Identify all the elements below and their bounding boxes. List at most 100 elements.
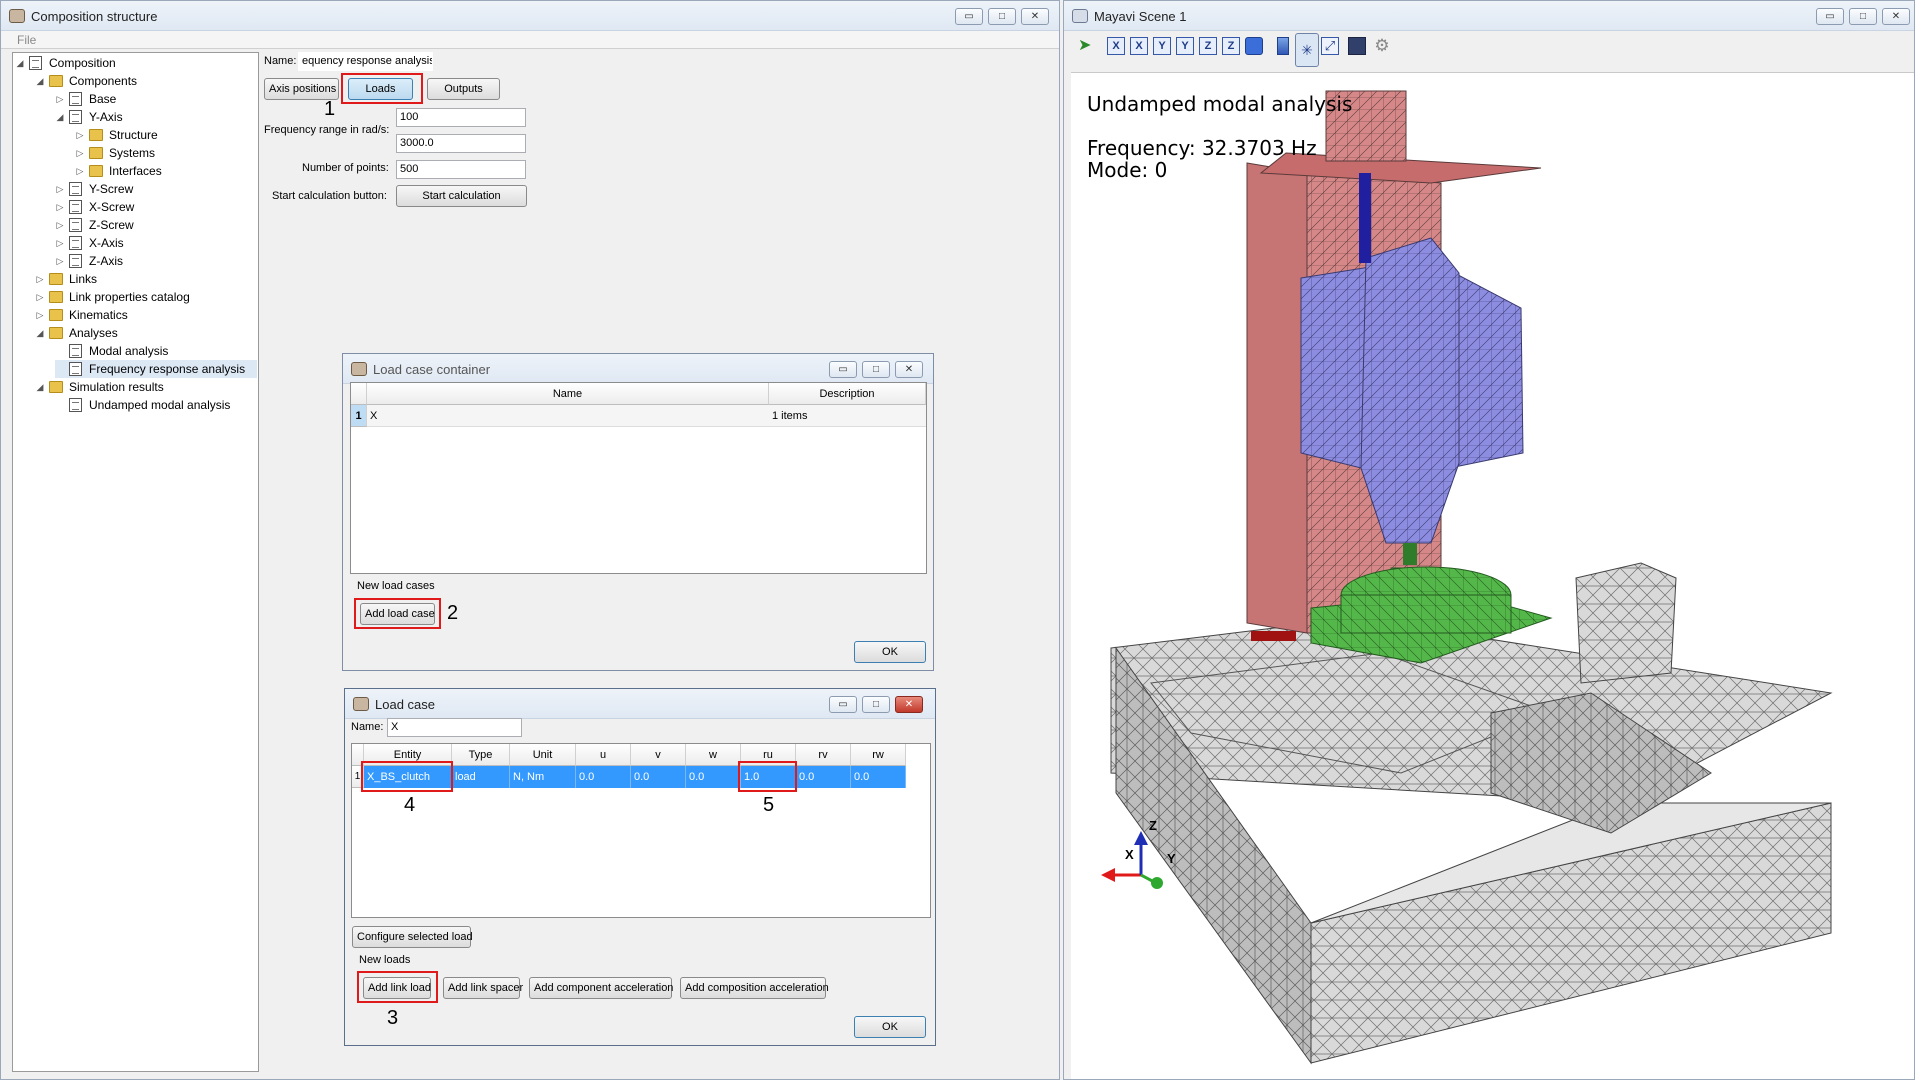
expand-arrow-closed-icon[interactable]: ▷ [35,306,45,324]
expand-arrow-open-icon[interactable]: ◢ [35,324,45,342]
expand-arrow-open-icon[interactable]: ◢ [35,378,45,396]
lcc-minimize-button[interactable]: ▭ [829,361,857,378]
expand-arrow-open-icon[interactable]: ◢ [15,54,25,72]
start-calculation-button[interactable]: Start calculation [396,185,527,207]
composition-tree[interactable]: ◢ Composition ◢ Components ▷ Base ◢ Y-Axis ▷ Stru… [12,52,259,1072]
lc-cell[interactable]: 0.0 [796,766,851,788]
expand-arrow-open-icon[interactable]: ◢ [35,72,45,90]
tree-item[interactable]: ▷ Base [55,90,257,108]
expand-arrow-closed-icon[interactable]: ▷ [75,126,85,144]
tree-item[interactable]: ▷ Z-Screw [55,216,257,234]
add-link-spacer-button[interactable]: Add link spacer [443,977,523,999]
tree-item[interactable]: ◢ Y-Axis [55,108,257,126]
tree-item[interactable]: ▷ X-Axis [55,234,257,252]
lcc-col-description[interactable]: Description [769,383,926,405]
lc-col-header[interactable]: rv [796,744,851,766]
expand-arrow-closed-icon[interactable]: ▷ [55,234,65,252]
mayavi-close-button[interactable]: ✕ [1882,8,1910,25]
expand-arrow-closed-icon[interactable]: ▷ [35,288,45,306]
add-component-acceleration-button[interactable]: Add component acceleration [529,977,673,999]
lc-col-header[interactable]: Unit [510,744,576,766]
tab-outputs[interactable]: Outputs [427,78,500,100]
lc-col-header[interactable]: v [631,744,686,766]
lc-ok-button[interactable]: OK [854,1016,926,1038]
close-button[interactable]: ✕ [1021,8,1049,25]
settings-gear-icon[interactable]: ⚙ [1372,36,1392,56]
pipeline-icon[interactable]: ➤ [1078,37,1096,55]
expand-arrow-closed-icon[interactable]: ▷ [55,252,65,270]
lcc-close-button[interactable]: ✕ [895,361,923,378]
isometric-view-icon[interactable] [1245,37,1263,55]
save-icon[interactable] [1348,37,1366,55]
lcc-row-description[interactable]: 1 items [769,405,926,427]
expand-arrow-closed-icon[interactable]: ▷ [55,198,65,216]
tree-item[interactable]: ▷ Links [35,270,257,288]
expand-arrow-closed-icon[interactable]: ▷ [35,270,45,288]
tree-item[interactable]: ▷ Link properties catalog [35,288,257,306]
tree-item[interactable]: ▷ Z-Axis [55,252,257,270]
tree-item[interactable]: ▷ X-Screw [55,198,257,216]
lcc-row-name[interactable]: X [367,405,769,427]
expand-arrow-closed-icon[interactable]: ▷ [75,144,85,162]
lc-cell[interactable]: 0.0 [631,766,686,788]
lc-cell[interactable]: 0.0 [686,766,741,788]
tab-axis-positions[interactable]: Axis positions [264,78,339,100]
tree-item[interactable]: ▷ Structure [75,126,257,144]
lc-col-header[interactable]: w [686,744,741,766]
freq-min-input[interactable]: 100 [396,108,526,127]
view-z-pos-icon[interactable]: Z [1199,37,1217,55]
lcc-ok-button[interactable]: OK [854,641,926,663]
tree-item[interactable]: ◢ Composition [15,54,257,72]
parallel-projection-icon[interactable] [1277,37,1289,55]
minimize-button[interactable]: ▭ [955,8,983,25]
lcc-col-name[interactable]: Name [367,383,769,405]
tree-item[interactable]: ◢ Simulation results [35,378,257,396]
analysis-name-input[interactable]: equency response analysis [298,52,433,71]
lc-minimize-button[interactable]: ▭ [829,696,857,713]
full-screen-icon[interactable]: ⤢ [1321,37,1339,55]
view-y-neg-icon[interactable]: Y [1176,37,1194,55]
tree-item[interactable]: ◢ Analyses [35,324,257,342]
view-y-pos-icon[interactable]: Y [1153,37,1171,55]
view-x-pos-icon[interactable]: X [1107,37,1125,55]
lc-cell[interactable]: N, Nm [510,766,576,788]
tree-item[interactable]: ▷ Interfaces [75,162,257,180]
lc-col-header[interactable]: u [576,744,631,766]
load-case-table[interactable]: Name Description 1 X 1 items [350,382,927,574]
add-composition-acceleration-button[interactable]: Add composition acceleration [680,977,829,999]
num-points-input[interactable]: 500 [396,160,526,179]
axes-indicator-icon[interactable]: ✳ [1295,33,1319,67]
lc-cell[interactable]: 0.0 [576,766,631,788]
expand-arrow-closed-icon[interactable]: ▷ [55,90,65,108]
maximize-button[interactable]: □ [988,8,1016,25]
expand-arrow-open-icon[interactable]: ◢ [55,108,65,126]
tree-item[interactable]: Frequency response analysis [55,360,257,378]
lc-cell[interactable]: 0.0 [851,766,906,788]
tree-item[interactable]: ◢ Components [35,72,257,90]
tree-item[interactable]: ▷ Y-Screw [55,180,257,198]
mayavi-maximize-button[interactable]: □ [1849,8,1877,25]
lcc-maximize-button[interactable]: □ [862,361,890,378]
freq-max-input[interactable]: 3000.0 [396,134,526,153]
configure-selected-load-button[interactable]: Configure selected load [352,926,473,948]
tree-item[interactable]: Modal analysis [55,342,257,360]
expand-arrow-closed-icon[interactable]: ▷ [55,216,65,234]
load-table[interactable]: Entity Type Unit u v w ru rv rw 1 X_BS_clutch load N… [351,743,931,918]
lc-close-button[interactable]: ✕ [895,696,923,713]
menu-file[interactable]: File [17,33,36,47]
tree-item[interactable]: ▷ Systems [75,144,257,162]
lc-name-input[interactable]: X [387,718,522,737]
tree-item[interactable]: Undamped modal analysis [55,396,257,414]
view-z-neg-icon[interactable]: Z [1222,37,1240,55]
lcc-row-header[interactable]: 1 [351,405,367,427]
expand-arrow-closed-icon[interactable]: ▷ [75,162,85,180]
lc-maximize-button[interactable]: □ [862,696,890,713]
lc-cell[interactable]: load [452,766,510,788]
mayavi-scene-canvas[interactable]: Undamped modal analysis Frequency: 32.37… [1071,72,1914,1079]
lc-col-header[interactable]: Type [452,744,510,766]
view-x-neg-icon[interactable]: X [1130,37,1148,55]
mayavi-minimize-button[interactable]: ▭ [1816,8,1844,25]
tree-item[interactable]: ▷ Kinematics [35,306,257,324]
expand-arrow-closed-icon[interactable]: ▷ [55,180,65,198]
lc-col-header[interactable]: rw [851,744,906,766]
